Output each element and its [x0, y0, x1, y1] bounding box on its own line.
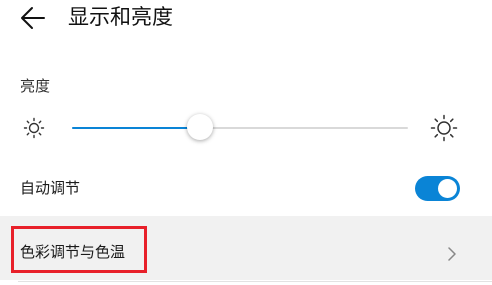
divider [18, 281, 492, 282]
auto-adjust-label: 自动调节 [20, 179, 81, 197]
brightness-slider[interactable] [72, 113, 408, 143]
sun-low-icon [23, 117, 45, 139]
brightness-section-label: 亮度 [20, 77, 51, 95]
back-button[interactable] [18, 4, 50, 32]
slider-fill [72, 127, 200, 129]
sun-high-icon [430, 114, 458, 142]
color-adjust-label: 色彩调节与色温 [20, 243, 126, 261]
arrow-left-icon [21, 7, 45, 29]
toggle-knob [438, 179, 457, 198]
slider-thumb[interactable] [186, 114, 213, 140]
page-title: 显示和亮度 [68, 5, 173, 29]
chevron-right-icon [448, 247, 456, 261]
color-adjust-row[interactable]: 色彩调节与色温 [0, 216, 492, 280]
auto-adjust-row: 自动调节 [0, 168, 492, 210]
header-bar: 显示和亮度 [0, 0, 492, 40]
auto-adjust-toggle[interactable] [415, 176, 460, 201]
